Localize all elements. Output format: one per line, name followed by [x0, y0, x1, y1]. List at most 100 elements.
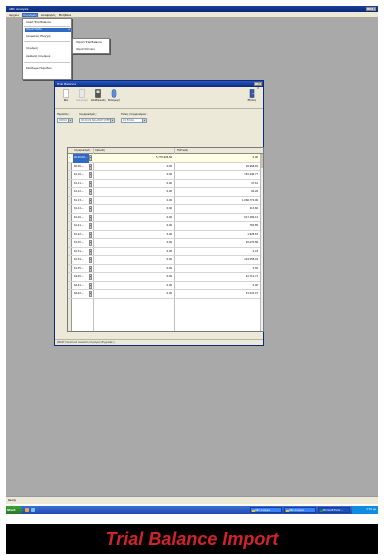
account-code-cell[interactable]: 61.35-...	[73, 265, 89, 274]
table-row[interactable]: 61.14-... ▾ 0,00 213,60	[68, 205, 263, 214]
exit-button[interactable]: Εξοδος	[245, 89, 259, 102]
quick-launch-icon[interactable]	[25, 508, 29, 512]
table-row[interactable]: 61.10-... ▾ 0,00 161.446,77	[68, 171, 263, 180]
credit-cell[interactable]: 2,43	[176, 248, 259, 257]
credit-cell[interactable]: 213,60	[176, 205, 259, 214]
debit-cell[interactable]: 0,00	[94, 163, 173, 172]
account-code-cell[interactable]: 00.00.00-...	[73, 154, 89, 163]
menu-item-period-lock[interactable]: Κλείδωμα Περιόδου	[25, 67, 52, 71]
account-code-cell[interactable]: 61.21-...	[73, 222, 89, 231]
account-code-cell[interactable]: 64.41-...	[73, 282, 89, 291]
account-code-cell[interactable]: 61.30-...	[73, 239, 89, 248]
taskbar-item-abc-analysis[interactable]: ABC Analysis	[284, 507, 316, 513]
debit-cell[interactable]: 0,00	[94, 222, 173, 231]
table-row[interactable]: 60.00-... ▾ 0,00 26.968,65	[68, 163, 263, 172]
chevron-down-icon[interactable]: ▾	[89, 248, 92, 255]
menu-help[interactable]: Βοήθεια	[58, 13, 72, 17]
table-row[interactable]: 61.13-... ▾ 0,00 1.066.772,90	[68, 197, 263, 206]
credit-cell[interactable]: 94,26	[176, 188, 259, 197]
table-row[interactable]: 61.20-... ▾ 0,00 617.186,12	[68, 214, 263, 223]
debit-cell[interactable]: 0,00	[94, 282, 173, 291]
credit-cell[interactable]: 47.61	[176, 180, 259, 189]
menu-item-import-data[interactable]: Import Data ▸	[25, 28, 71, 32]
credit-cell[interactable]: 51.541,47	[176, 290, 259, 299]
debit-cell[interactable]: 0,00	[94, 265, 173, 274]
account-code-cell[interactable]: 61.20-...	[73, 214, 89, 223]
taskbar-item-abc-analysis[interactable]: ABC Analysis	[250, 507, 282, 513]
save-button[interactable]: Αποθήκευση	[91, 89, 106, 102]
window-controls[interactable]: _ ▢ X	[366, 7, 376, 11]
menu-item-import-trial-balance[interactable]: Import Trial Balance	[75, 41, 102, 45]
chevron-down-icon[interactable]: ▾	[89, 180, 92, 187]
chevron-down-icon[interactable]: ▾	[89, 223, 92, 230]
debit-cell[interactable]: 0,00	[94, 205, 173, 214]
credit-cell[interactable]: 26.968,65	[176, 163, 259, 172]
credit-cell[interactable]: 42.712,71	[176, 273, 259, 282]
quick-launch-icon[interactable]	[31, 508, 35, 512]
table-row[interactable]: 61.34-... ▾ 0,00 124.558,42	[68, 256, 263, 265]
new-button[interactable]: Νέο	[59, 89, 73, 102]
account-type-select[interactable]: 01 Έσοδα ▾	[121, 118, 147, 123]
grid-scrollbar[interactable]	[260, 154, 263, 331]
menu-item-import-drivers[interactable]: Import Drivers	[75, 48, 95, 52]
debit-cell[interactable]: 0,00	[94, 290, 173, 299]
credit-cell[interactable]: 5,50	[176, 265, 259, 274]
menu-item-calculation-analysis[interactable]: Ανάλυση Λογισμού	[25, 55, 50, 59]
account-code-cell[interactable]: 61.12-...	[73, 188, 89, 197]
account-code-cell[interactable]: 61.13-...	[73, 197, 89, 206]
debit-cell[interactable]: 5.776.926,66	[94, 154, 173, 163]
account-code-cell[interactable]: 60.00-...	[73, 163, 89, 172]
tb-window-controls[interactable]: _ ▢ X	[254, 82, 262, 90]
chevron-down-icon[interactable]: ▾	[89, 274, 92, 281]
chevron-down-icon[interactable]: ▾	[89, 206, 92, 213]
account-code-cell[interactable]: 61.11-...	[73, 180, 89, 189]
trial-balance-grid[interactable]: Λογαριασμός Χρέωση Πίστωση ▸ 00.00.00-...…	[67, 147, 264, 332]
import-button[interactable]: Εισαγωγή	[107, 89, 121, 102]
table-row[interactable]: 61.11-... ▾ 0,00 47.61	[68, 180, 263, 189]
account-code-cell[interactable]: 61.14-...	[73, 205, 89, 214]
table-row[interactable]: ▸ 00.00.00-... ▾ 5.776.926,66 0,00	[68, 154, 263, 163]
credit-cell[interactable]: 1.066.772,90	[176, 197, 259, 206]
table-row[interactable]: 61.22-... ▾ 0,00 1.928,63	[68, 231, 263, 240]
account-code-cell[interactable]: 61.10-...	[73, 171, 89, 180]
account-code-cell[interactable]: 61.34-...	[73, 256, 89, 265]
account-code-cell[interactable]: 61.22-...	[73, 231, 89, 240]
table-row[interactable]: 61.12-... ▾ 0,00 94,26	[68, 188, 263, 197]
debit-cell[interactable]: 0,00	[94, 197, 173, 206]
chevron-down-icon[interactable]: ▾	[89, 163, 92, 170]
table-row[interactable]: 61.30-... ▾ 0,00 20.470,86	[68, 239, 263, 248]
debit-cell[interactable]: 0,00	[94, 248, 173, 257]
scrollbar-thumb[interactable]	[261, 154, 263, 168]
delete-button[interactable]: Διαγραφή	[75, 89, 89, 102]
credit-cell[interactable]: 765,85	[176, 222, 259, 231]
table-row[interactable]: 64.41-... ▾ 0,00 0,00	[68, 282, 263, 291]
menu-item-anomaly-check[interactable]: Ανομαλίες Ελεγχος	[25, 35, 51, 39]
credit-cell[interactable]: 161.446,77	[176, 171, 259, 180]
debit-cell[interactable]: 0,00	[94, 214, 173, 223]
credit-cell[interactable]: 0,00	[176, 282, 259, 291]
chevron-down-icon[interactable]: ▾	[89, 282, 92, 289]
credit-cell[interactable]: 124.558,42	[176, 256, 259, 265]
table-row[interactable]: 64.42-... ▾ 0,00 51.541,47	[68, 290, 263, 299]
table-row[interactable]: 61.21-... ▾ 0,00 765,85	[68, 222, 263, 231]
chevron-down-icon[interactable]: ▾	[89, 189, 92, 196]
chevron-down-icon[interactable]: ▾	[89, 155, 92, 162]
period-select[interactable]: 2009/1 ▾	[57, 118, 73, 123]
account-code-cell[interactable]: 61.31-...	[73, 248, 89, 257]
chevron-down-icon[interactable]: ▾	[89, 214, 92, 221]
chevron-down-icon[interactable]: ▾	[89, 265, 92, 272]
menu-item-calculation[interactable]: Λογισμός	[25, 47, 38, 51]
chevron-down-icon[interactable]: ▾	[89, 172, 92, 179]
debit-cell[interactable]: 0,00	[94, 231, 173, 240]
taskbar-item-excel[interactable]: Microsoft Excel ...	[318, 507, 350, 513]
table-row[interactable]: 61.31-... ▾ 0,00 2,43	[68, 248, 263, 257]
debit-cell[interactable]: 0,00	[94, 273, 173, 282]
account-code-cell[interactable]: 64.42-...	[73, 290, 89, 299]
account-select[interactable]: 00.00.00 BALANCE SHEET ▾	[79, 118, 115, 123]
account-code-cell[interactable]: 64.05-...	[73, 273, 89, 282]
menu-reports[interactable]: Αναφορές	[40, 13, 57, 17]
chevron-down-icon[interactable]: ▾	[89, 231, 92, 238]
menu-item-insert-trial-balance[interactable]: Insert Trial Balance	[25, 21, 51, 25]
debit-cell[interactable]: 0,00	[94, 188, 173, 197]
start-button[interactable]: Start	[6, 506, 22, 514]
